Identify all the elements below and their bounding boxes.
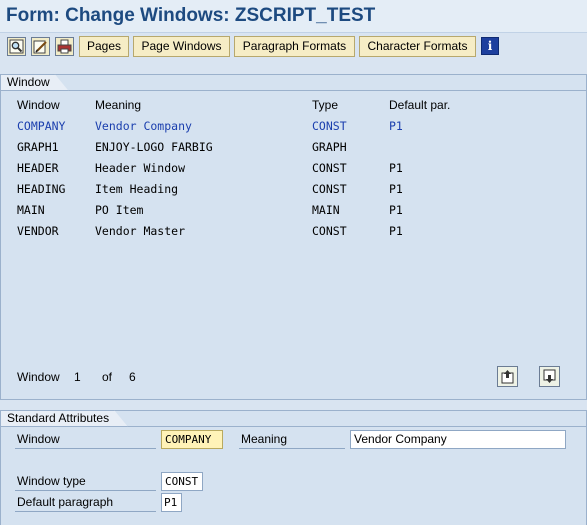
window-list: Window Meaning Type Default par. COMPANY…	[17, 96, 577, 243]
cell-type: CONST	[312, 224, 347, 238]
paragraph-formats-button[interactable]: Paragraph Formats	[234, 36, 355, 57]
cell-meaning: PO Item	[95, 203, 144, 217]
display-icon[interactable]	[7, 37, 26, 56]
list-header: Window Meaning Type Default par.	[17, 96, 577, 117]
info-icon[interactable]: i	[481, 37, 499, 55]
cell-window: GRAPH1	[17, 140, 59, 154]
page-windows-button[interactable]: Page Windows	[133, 36, 230, 57]
pager-of-label: of	[102, 370, 113, 384]
window-field[interactable]: COMPANY	[161, 430, 223, 449]
cell-meaning: Vendor Master	[95, 224, 186, 238]
cell-window: HEADING	[17, 182, 66, 196]
pager-current: 1	[74, 370, 81, 384]
page-title: Form: Change Windows: ZSCRIPT_TEST	[6, 5, 376, 26]
title-bar: Form: Change Windows: ZSCRIPT_TEST	[0, 0, 587, 33]
pages-button[interactable]: Pages	[79, 36, 129, 57]
print-icon[interactable]	[55, 37, 74, 56]
cell-meaning: Vendor Company	[95, 119, 192, 133]
page-up-icon[interactable]	[497, 366, 518, 387]
cell-type: CONST	[312, 161, 347, 175]
pager-total: 6	[129, 370, 136, 384]
cell-default-par: P1	[389, 182, 403, 196]
standard-attributes-group: Standard Attributes Window COMPANY Meani…	[0, 410, 587, 525]
cell-window: COMPANY	[17, 119, 66, 133]
page-down-icon[interactable]	[539, 366, 560, 387]
change-icon[interactable]	[31, 37, 50, 56]
pager-label: Window	[17, 370, 60, 384]
cell-meaning: Item Heading	[95, 182, 179, 196]
default-paragraph-field[interactable]: P1	[161, 493, 182, 512]
meaning-field[interactable]: Vendor Company	[350, 430, 566, 449]
window-field-label: Window	[15, 430, 156, 449]
header-meaning: Meaning	[95, 98, 142, 112]
cell-type: MAIN	[312, 203, 340, 217]
list-row-company[interactable]: COMPANY Vendor Company CONST P1	[17, 117, 577, 138]
header-default-par: Default par.	[389, 98, 451, 112]
cell-type: GRAPH	[312, 140, 347, 154]
cell-default-par: P1	[389, 224, 403, 238]
window-group: Window Window Meaning Type Default par. …	[0, 74, 587, 400]
window-group-title: Window	[0, 74, 69, 91]
standard-attributes-title: Standard Attributes	[0, 410, 128, 427]
default-paragraph-label: Default paragraph	[15, 493, 156, 512]
list-row-header[interactable]: HEADER Header Window CONST P1	[17, 159, 577, 180]
cell-default-par: P1	[389, 161, 403, 175]
window-type-label: Window type	[15, 472, 156, 491]
list-row-main[interactable]: MAIN PO Item MAIN P1	[17, 201, 577, 222]
header-type: Type	[312, 98, 339, 112]
list-row-vendor[interactable]: VENDOR Vendor Master CONST P1	[17, 222, 577, 243]
cell-meaning: Header Window	[95, 161, 186, 175]
window-type-field[interactable]: CONST	[161, 472, 203, 491]
meaning-field-label: Meaning	[239, 430, 345, 449]
list-row-graph1[interactable]: GRAPH1 ENJOY-LOGO FARBIG GRAPH	[17, 138, 577, 159]
character-formats-button[interactable]: Character Formats	[359, 36, 476, 57]
cell-window: VENDOR	[17, 224, 59, 238]
cell-default-par: P1	[389, 119, 403, 133]
cell-default-par: P1	[389, 203, 403, 217]
application-toolbar: Pages Page Windows Paragraph Formats Cha…	[0, 33, 587, 61]
cell-window: HEADER	[17, 161, 59, 175]
list-row-heading[interactable]: HEADING Item Heading CONST P1	[17, 180, 577, 201]
cell-window: MAIN	[17, 203, 45, 217]
cell-type: CONST	[312, 182, 347, 196]
cell-type: CONST	[312, 119, 347, 133]
group-divider	[1, 90, 586, 91]
cell-meaning: ENJOY-LOGO FARBIG	[95, 140, 213, 154]
header-window: Window	[17, 98, 60, 112]
